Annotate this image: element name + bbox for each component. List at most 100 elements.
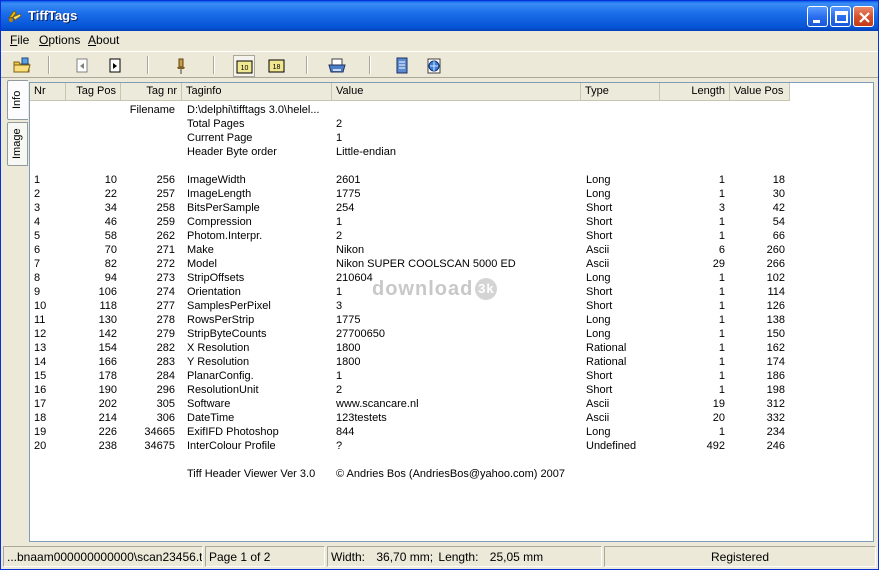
column-header-nr[interactable]: Nr bbox=[30, 83, 66, 101]
cell-type: Long bbox=[586, 272, 611, 284]
cell-valuepos: 266 bbox=[766, 258, 785, 270]
cell-nr: 17 bbox=[34, 398, 47, 410]
cell-tagpos: 82 bbox=[104, 258, 117, 270]
cell-valuepos: 186 bbox=[766, 370, 785, 382]
status-page: Page 1 of 2 bbox=[205, 546, 325, 567]
cell-nr: 3 bbox=[34, 202, 41, 214]
table-row[interactable]: 10 118 277 SamplesPerPixel 3 Short 1 126 bbox=[30, 299, 873, 313]
column-header-value[interactable]: Value bbox=[332, 83, 581, 101]
cell-tagnr: 305 bbox=[156, 398, 175, 410]
tab-image[interactable]: Image bbox=[7, 122, 28, 166]
header-info-row[interactable]: Current Page 1 bbox=[30, 131, 873, 145]
minimize-button[interactable] bbox=[807, 6, 828, 27]
cell-value: Nikon SUPER COOLSCAN 5000 ED bbox=[336, 258, 516, 270]
toolbar-separator bbox=[306, 56, 308, 74]
cell-value: 27700650 bbox=[336, 328, 385, 340]
open-folder-icon[interactable] bbox=[11, 55, 33, 77]
next-page-icon[interactable] bbox=[104, 55, 126, 77]
cell-taginfo: ImageLength bbox=[187, 188, 252, 200]
menu-file[interactable]: File bbox=[10, 33, 29, 47]
table-row[interactable]: 4 46 259 Compression 1 Short 1 54 bbox=[30, 215, 873, 229]
cell-tagpos: 214 bbox=[98, 412, 117, 424]
header-info-row[interactable]: Header Byte order Little-endian bbox=[30, 145, 873, 159]
cell-tagpos: 70 bbox=[104, 244, 117, 256]
cell-tagnr: 278 bbox=[156, 314, 175, 326]
print-icon[interactable] bbox=[326, 55, 348, 77]
table-row[interactable]: 3 34 258 BitsPerSample 254 Short 3 42 bbox=[30, 201, 873, 215]
cell-length: 29 bbox=[712, 258, 725, 270]
tag-table[interactable]: Nr Tag Pos Tag nr Taginfo Value Type Len… bbox=[29, 82, 874, 542]
cell-tagnr: 279 bbox=[156, 328, 175, 340]
previous-page-icon[interactable] bbox=[71, 55, 93, 77]
column-header-length[interactable]: Length bbox=[660, 83, 730, 101]
cell-type: Short bbox=[586, 286, 613, 298]
cell-length: 1 bbox=[718, 328, 725, 340]
toolbar-separator bbox=[48, 56, 50, 74]
cell-length: 1 bbox=[718, 384, 725, 396]
header-info-row[interactable]: Filename D:\delphi\tifftags 3.0\helel... bbox=[30, 103, 873, 117]
table-row[interactable]: 13 154 282 X Resolution 1800 Rational 1 162 bbox=[30, 341, 873, 355]
cell-length: 492 bbox=[706, 440, 725, 452]
cell-value: 254 bbox=[336, 202, 355, 214]
web-page-icon[interactable] bbox=[423, 55, 445, 77]
column-header-taginfo[interactable]: Taginfo bbox=[182, 83, 332, 101]
cell-type: Short bbox=[586, 300, 613, 312]
svg-text:18: 18 bbox=[273, 64, 281, 71]
cell-value: www.scancare.nl bbox=[336, 398, 419, 410]
title-bar[interactable]: TiffTags bbox=[1, 1, 878, 31]
cell-nr: 7 bbox=[34, 258, 41, 270]
view-page-18-icon[interactable]: 18 bbox=[266, 55, 288, 77]
table-row[interactable]: 18 214 306 DateTime 123testets Ascii 20 332 bbox=[30, 411, 873, 425]
menu-about[interactable]: About bbox=[88, 33, 119, 47]
view-page-10-icon[interactable]: 10 bbox=[233, 55, 255, 77]
cell-nr: 11 bbox=[34, 314, 46, 326]
column-header-type[interactable]: Type bbox=[581, 83, 660, 101]
column-header-tagpos[interactable]: Tag Pos bbox=[66, 83, 121, 101]
table-row[interactable]: 15 178 284 PlanarConfig. 1 Short 1 186 bbox=[30, 369, 873, 383]
menu-options[interactable]: Options bbox=[39, 33, 80, 47]
cell-nr: 18 bbox=[34, 412, 47, 424]
tab-info[interactable]: Info bbox=[7, 80, 28, 120]
cell-tagnr: 257 bbox=[156, 188, 175, 200]
cell-valuepos: 102 bbox=[766, 272, 785, 284]
table-row[interactable]: 20 238 34675 InterColour Profile? Undefined 4… bbox=[30, 439, 873, 453]
table-row[interactable]: 2 22 257 ImageLength 1775 Long 1 30 bbox=[30, 187, 873, 201]
table-row[interactable]: 12 142 279 StripByteCounts 27700650 Long 1 150 bbox=[30, 327, 873, 341]
cell-nr: 6 bbox=[34, 244, 41, 256]
table-row[interactable]: 17 202 305 Software www.scancare.nl Ascii 19 31… bbox=[30, 397, 873, 411]
cell-length: 20 bbox=[712, 412, 725, 424]
table-row[interactable]: 7 82 272 Model Nikon SUPER COOLSCAN 5000 ED A… bbox=[30, 257, 873, 271]
cell-length: 1 bbox=[718, 216, 725, 228]
cell-type: Short bbox=[586, 230, 613, 242]
header-info-row[interactable]: Total Pages 2 bbox=[30, 117, 873, 131]
header-info-value: Little-endian bbox=[336, 146, 396, 158]
maximize-button[interactable] bbox=[830, 6, 851, 27]
cell-value: 1 bbox=[336, 216, 343, 228]
column-header-tagnr[interactable]: Tag nr bbox=[121, 83, 182, 101]
cell-tagnr: 259 bbox=[156, 216, 175, 228]
close-button[interactable] bbox=[853, 6, 874, 27]
cell-type: Short bbox=[586, 384, 613, 396]
table-header: Nr Tag Pos Tag nr Taginfo Value Type Len… bbox=[30, 83, 873, 101]
toolbar: 10 18 bbox=[1, 51, 878, 78]
table-row[interactable]: 16 190 296 ResolutionUnit 2 Short 1 198 bbox=[30, 383, 873, 397]
cell-tagnr: 306 bbox=[156, 412, 175, 424]
document-icon[interactable] bbox=[391, 55, 413, 77]
cell-taginfo: DateTime bbox=[187, 412, 235, 424]
column-header-valuepos[interactable]: Value Pos bbox=[730, 83, 790, 101]
table-row[interactable]: 6 70 271 Make Nikon Ascii 6 260 bbox=[30, 243, 873, 257]
cell-nr: 10 bbox=[34, 300, 47, 312]
length-value: 25,05 mm bbox=[489, 550, 544, 564]
table-row[interactable]: 19 226 34665 ExifIFD Photoshop 844 Long 1 234 bbox=[30, 425, 873, 439]
table-row[interactable]: 14 166 283 Y Resolution 1800 Rational 1 174 bbox=[30, 355, 873, 369]
cell-valuepos: 174 bbox=[766, 356, 785, 368]
header-info-value: 1 bbox=[336, 132, 343, 144]
table-row[interactable]: 11 130 278 RowsPerStrip 1775 Long 1 138 bbox=[30, 313, 873, 327]
toolbar-separator bbox=[147, 56, 149, 74]
window-title: TiffTags bbox=[28, 8, 78, 23]
cell-value: 1775 bbox=[336, 314, 361, 326]
table-row[interactable]: 5 58 262 Photom.Interpr. 2 Short 1 66 bbox=[30, 229, 873, 243]
pin-icon[interactable] bbox=[170, 55, 192, 77]
table-row[interactable]: 1 10 256 ImageWidth 2601 Long 1 18 bbox=[30, 173, 873, 187]
cell-value: 1800 bbox=[336, 342, 361, 354]
